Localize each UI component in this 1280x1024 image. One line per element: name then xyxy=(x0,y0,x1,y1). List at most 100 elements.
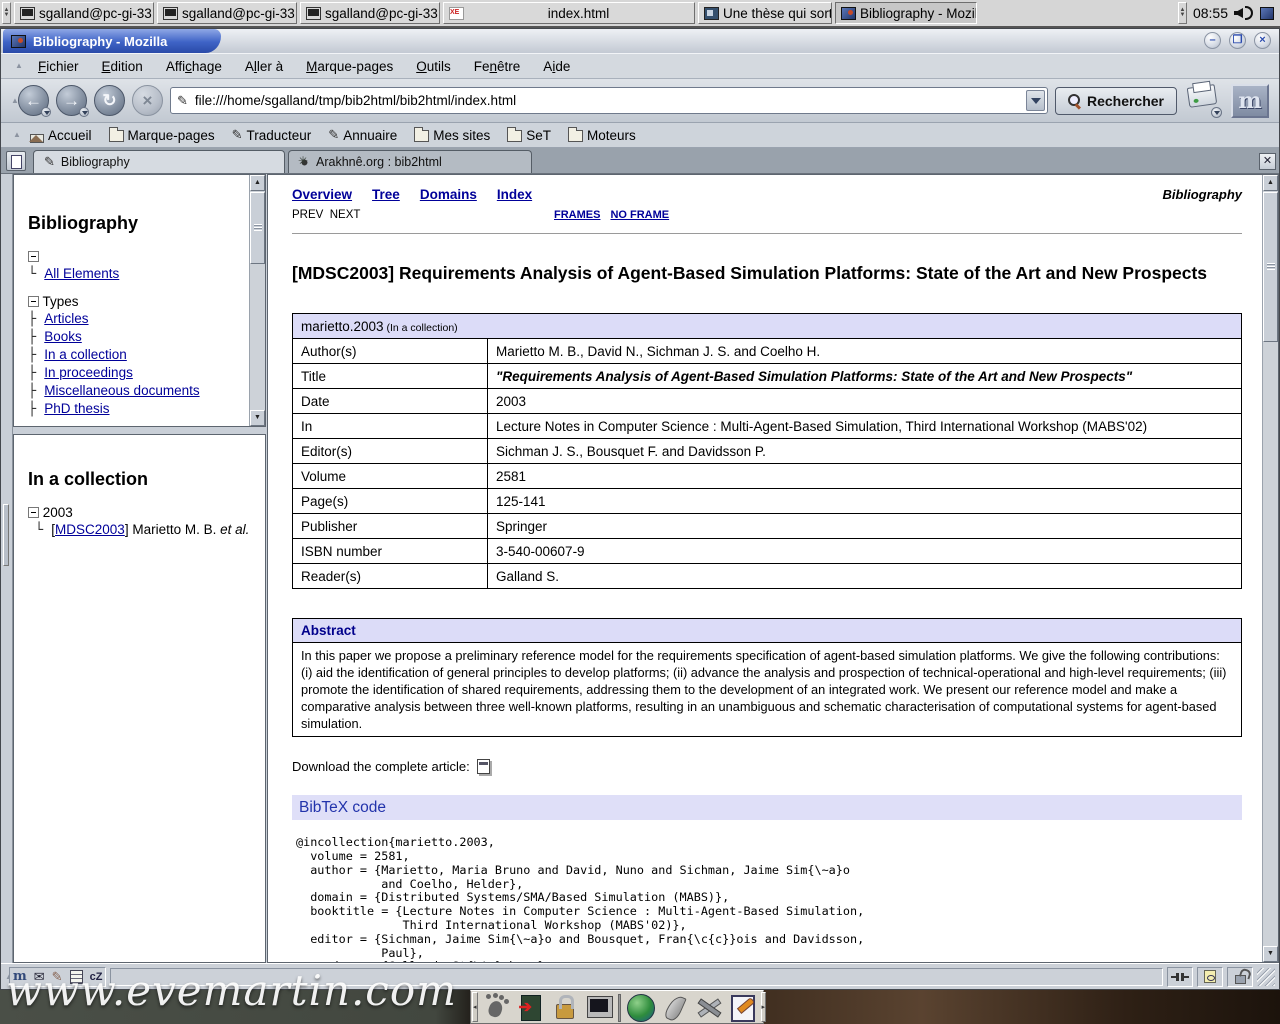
back-button[interactable]: ← xyxy=(18,85,49,116)
sidebar-splitter-handle[interactable] xyxy=(3,504,9,566)
url-dropdown-icon[interactable] xyxy=(1026,90,1045,111)
tab-bibliography[interactable]: ✎Bibliography xyxy=(33,150,285,173)
main-scrollbar[interactable]: ▲ ▼ xyxy=(1262,175,1278,962)
bookmark-pencil-icon[interactable]: ✎ xyxy=(177,95,188,107)
taskbar-window-button[interactable]: Une thèse qui sort du lo xyxy=(698,2,832,24)
feather-icon[interactable] xyxy=(659,992,689,1022)
menu-outils[interactable]: Outils xyxy=(416,59,451,74)
reload-button[interactable]: ↻ xyxy=(94,85,125,116)
bookmark-set[interactable]: SeT xyxy=(507,128,551,143)
menu-fentre[interactable]: Fenêtre xyxy=(474,59,521,74)
terminal-icon[interactable] xyxy=(584,992,614,1022)
composer-icon[interactable] xyxy=(52,968,63,986)
noframe-link[interactable]: NO FRAME xyxy=(610,209,669,221)
mozilla-logo[interactable]: m xyxy=(1231,84,1269,118)
scroll-down-button[interactable]: ▼ xyxy=(250,410,265,426)
url-input[interactable] xyxy=(193,92,1021,109)
new-tab-button[interactable] xyxy=(6,151,26,171)
speaker-icon[interactable] xyxy=(1234,5,1254,21)
page-nav-link-index[interactable]: Index xyxy=(497,187,532,202)
sidebar-splitter[interactable] xyxy=(1,174,13,963)
navigation-toolbar: ▲ ← → ↻ × ✎ Rechercher m xyxy=(1,79,1279,123)
stop-button[interactable]: × xyxy=(132,85,163,116)
notes-icon[interactable] xyxy=(727,992,757,1022)
forward-button[interactable]: → xyxy=(56,85,87,116)
taskbar-window-button[interactable]: sgalland@pc-gi-33.utbn xyxy=(157,2,297,24)
close-tab-button[interactable]: ✕ xyxy=(1259,153,1276,170)
taskbar-scroll-left[interactable]: ▲▼ xyxy=(2,2,11,24)
panel-hide-right[interactable]: ▸ xyxy=(761,992,767,1022)
tools-icon[interactable] xyxy=(693,992,723,1022)
page-nav-link-overview[interactable]: Overview xyxy=(292,187,352,202)
menu-marquepages[interactable]: Marque-pages xyxy=(306,59,393,74)
workspace-switcher[interactable] xyxy=(618,994,621,1022)
applet-icon[interactable] xyxy=(1260,7,1274,20)
page-nav-link-tree[interactable]: Tree xyxy=(372,187,400,202)
entry-link[interactable]: MDSC2003 xyxy=(55,522,125,537)
menu-aller[interactable]: Aller à xyxy=(245,59,283,74)
close-button[interactable]: × xyxy=(1254,32,1271,49)
download-doc-icon[interactable] xyxy=(477,759,490,774)
taskbar-window-button[interactable]: sgalland@pc-gi-33.utbn xyxy=(300,2,440,24)
tree-collapse-icon[interactable] xyxy=(28,296,39,307)
bookmark-messites[interactable]: Mes sites xyxy=(414,128,490,143)
taskbar-scroll-right[interactable]: ▲▼ xyxy=(1178,2,1187,24)
scrollbar-thumb[interactable] xyxy=(1263,192,1278,342)
menu-affichage[interactable]: Affichage xyxy=(166,59,222,74)
gnome-menu-icon[interactable] xyxy=(482,992,512,1022)
bookmark-accueil[interactable]: Accueil xyxy=(30,128,92,143)
offline-indicator[interactable] xyxy=(1167,967,1193,987)
bookmark-marquepages[interactable]: Marque-pages xyxy=(109,128,215,143)
sidebar-link-articles[interactable]: Articles xyxy=(44,311,88,326)
scroll-down-button[interactable]: ▼ xyxy=(1263,946,1278,962)
logout-icon[interactable] xyxy=(516,992,546,1022)
gnome-panel: ◂ ▸ xyxy=(470,990,764,1024)
taskbar-window-button[interactable]: sgalland@pc-gi-33.utbn xyxy=(14,2,154,24)
sidebar-scrollbar[interactable]: ▲ ▼ xyxy=(249,175,265,426)
back-dropdown-icon[interactable] xyxy=(41,107,51,117)
sidebar-link-books[interactable]: Books xyxy=(44,329,82,344)
menu-fichier[interactable]: Fichier xyxy=(38,59,79,74)
sidebar-link-in-a-collection[interactable]: In a collection xyxy=(44,347,127,362)
security-indicator[interactable] xyxy=(1227,967,1253,987)
globe-icon[interactable] xyxy=(625,992,655,1022)
print-dropdown-icon[interactable] xyxy=(1211,107,1222,118)
forward-dropdown-icon[interactable] xyxy=(79,107,89,117)
panel-hide-left[interactable]: ◂ xyxy=(472,992,478,1022)
search-button[interactable]: Rechercher xyxy=(1055,87,1177,115)
toolbar-collapse-grippy[interactable]: ▲ xyxy=(13,128,21,142)
sidebar-link-miscellaneous-documents[interactable]: Miscellaneous documents xyxy=(44,383,199,398)
frames-link[interactable]: FRAMES xyxy=(554,209,600,221)
resize-grip[interactable] xyxy=(1257,968,1275,986)
menu-edition[interactable]: Edition xyxy=(102,59,143,74)
cookie-indicator[interactable] xyxy=(1197,967,1223,987)
taskbar-window-button[interactable]: Bibliography - Mozilla xyxy=(835,2,977,24)
tree-collapse-icon[interactable] xyxy=(28,251,39,262)
lock-screen-icon[interactable] xyxy=(550,992,580,1022)
bookmark-annuaire[interactable]: ✎Annuaire xyxy=(328,128,397,143)
navigator-icon[interactable] xyxy=(13,967,27,986)
tree-collapse-icon[interactable] xyxy=(28,507,39,518)
toolbar-collapse-grippy[interactable]: ▲ xyxy=(15,59,23,73)
print-button[interactable] xyxy=(1184,84,1224,118)
tab-arakhn--org---bib2html[interactable]: Arakhnê.org : bib2html xyxy=(288,150,532,173)
scroll-up-button[interactable]: ▲ xyxy=(1263,175,1278,191)
sidebar-link-all-elements[interactable]: All Elements xyxy=(44,266,119,281)
scrollbar-thumb[interactable] xyxy=(250,192,265,264)
frame-splitter[interactable] xyxy=(13,427,266,434)
bookmark-items: Accueil Marque-pages ✎Traducteur ✎Annuaire M… xyxy=(30,128,636,143)
maximize-button[interactable]: ❐ xyxy=(1229,32,1246,49)
menu-aide[interactable]: Aide xyxy=(543,59,570,74)
url-bar[interactable]: ✎ xyxy=(170,87,1048,114)
bookmark-moteurs[interactable]: Moteurs xyxy=(568,128,636,143)
minimize-button[interactable]: – xyxy=(1204,32,1221,49)
sidebar-link-in-proceedings[interactable]: In proceedings xyxy=(44,365,133,380)
sidebar-link-phd-thesis[interactable]: PhD thesis xyxy=(44,401,109,416)
taskbar-window-button[interactable]: index.html xyxy=(443,2,695,24)
bookmark-traducteur[interactable]: ✎Traducteur xyxy=(232,128,312,143)
chatzilla-icon[interactable] xyxy=(90,967,103,986)
page-nav-link-domains[interactable]: Domains xyxy=(420,187,477,202)
mail-envelope-icon[interactable] xyxy=(34,968,45,986)
addressbook-icon[interactable] xyxy=(70,970,83,984)
scroll-up-button[interactable]: ▲ xyxy=(250,175,265,191)
